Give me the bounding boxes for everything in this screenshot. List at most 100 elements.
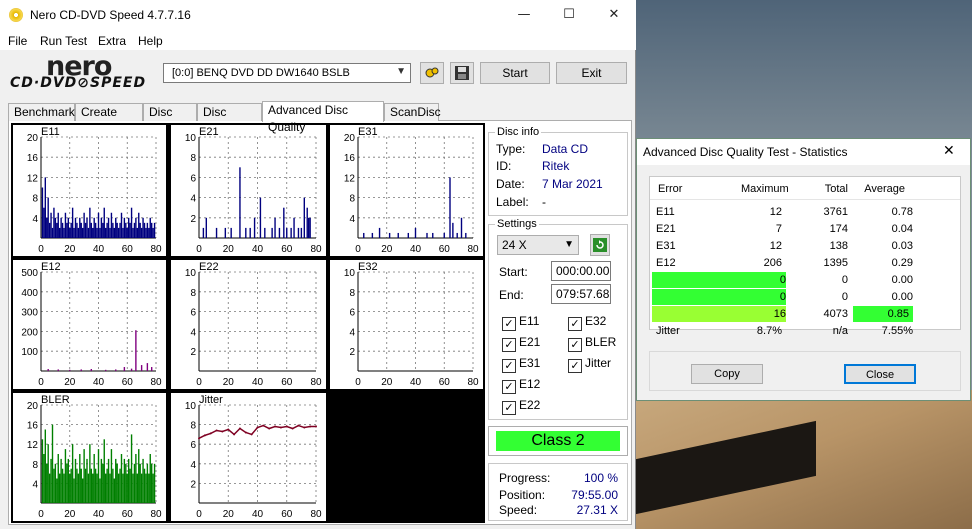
cell-maximum: 12 bbox=[769, 206, 782, 218]
x-tick-label: 80 bbox=[310, 509, 322, 520]
gear-icon bbox=[425, 67, 439, 78]
y-tick-label: 2 bbox=[190, 347, 196, 358]
y-tick-label: 2 bbox=[190, 479, 196, 490]
disc-type-label: Type: bbox=[496, 142, 526, 156]
checkbox-bler[interactable]: ✓ BLER bbox=[568, 335, 616, 352]
x-tick-label: 80 bbox=[467, 244, 479, 255]
disc-date-label: Date: bbox=[496, 177, 525, 191]
start-time-input[interactable]: 000:00.00 bbox=[551, 261, 611, 281]
y-tick-label: 4 bbox=[349, 327, 355, 338]
x-tick-label: 60 bbox=[122, 377, 134, 388]
speed-select[interactable]: 24 X ▼ bbox=[497, 235, 579, 255]
disc-label-value: - bbox=[542, 195, 546, 209]
start-button[interactable]: Start bbox=[480, 62, 550, 84]
y-tick-label: 4 bbox=[190, 194, 196, 205]
y-tick-label: 8 bbox=[32, 460, 38, 471]
close-dialog-button[interactable]: Close bbox=[844, 364, 916, 384]
main-window: Nero CD-DVD Speed 4.7.7.16 — ☐ ✕ File Ru… bbox=[0, 0, 636, 529]
jitter-point bbox=[291, 427, 294, 430]
maximize-button[interactable]: ☐ bbox=[547, 4, 591, 26]
graph-bler: 4 8 12 16 20 0 20 40 60 80 BLER bbox=[13, 393, 166, 521]
checkbox-e32[interactable]: ✓ E32 bbox=[568, 314, 606, 331]
menu-extra[interactable]: Extra bbox=[98, 34, 126, 48]
graph-e12-title: E12 bbox=[41, 261, 61, 273]
jitter-point bbox=[209, 432, 212, 435]
menu-file[interactable]: File bbox=[8, 34, 27, 48]
x-tick-label: 20 bbox=[223, 244, 235, 255]
floppy-disk-icon bbox=[455, 66, 469, 80]
graph-e31: 4 8 12 16 20 0 20 40 60 80 E31 bbox=[330, 125, 483, 256]
jitter-point bbox=[221, 430, 224, 433]
statistics-dialog: Advanced Disc Quality Test - Statistics … bbox=[636, 138, 971, 401]
end-time-input[interactable]: 079:57.68 bbox=[551, 284, 611, 304]
refresh-drive-button[interactable] bbox=[420, 62, 444, 84]
title-bar: Nero CD-DVD Speed 4.7.7.16 — ☐ ✕ bbox=[0, 0, 636, 30]
jitter-point bbox=[250, 433, 253, 436]
x-tick-label: 40 bbox=[93, 377, 105, 388]
jitter-point bbox=[268, 427, 271, 430]
graph-jitter: 2 4 6 8 10 0 20 40 60 80 Jitter bbox=[171, 393, 326, 521]
checkbox-e12[interactable]: ✓ E12 bbox=[502, 377, 540, 394]
exit-button[interactable]: Exit bbox=[556, 62, 627, 84]
progress-label: Progress: bbox=[499, 471, 551, 485]
statistics-table: Error Maximum Total Average E11 12 3761 0.7… bbox=[649, 176, 961, 337]
x-tick-label: 40 bbox=[410, 244, 422, 255]
tab-strip: Benchmark Create Disc Disc Info Disc Qua… bbox=[8, 101, 628, 136]
graph-bler-title: BLER bbox=[41, 394, 70, 406]
disc-date-value: 7 Mar 2021 bbox=[542, 177, 603, 191]
y-tick-label: 8 bbox=[190, 288, 196, 299]
cell-total: 0 bbox=[841, 274, 848, 286]
graph-e11: 4 8 12 16 20 0 20 40 60 80 E11 bbox=[13, 125, 166, 256]
cell-maximum: 0 bbox=[652, 272, 786, 288]
chevron-down-icon: ▼ bbox=[396, 66, 406, 77]
menu-run-test[interactable]: Run Test bbox=[40, 34, 87, 48]
tab-scandisc[interactable]: ScanDisc bbox=[384, 103, 441, 121]
cell-total: 138 bbox=[829, 240, 848, 252]
checkbox-e11-label: E11 bbox=[519, 314, 540, 328]
checkbox-e21-label: E21 bbox=[519, 335, 541, 349]
header-maximum: Maximum bbox=[741, 183, 789, 195]
cell-average: 0.85 bbox=[853, 306, 913, 322]
copy-button[interactable]: Copy bbox=[691, 364, 763, 384]
save-button[interactable] bbox=[450, 62, 474, 84]
cell-maximum: 8.7% bbox=[756, 325, 782, 337]
speed-label: Speed: bbox=[499, 503, 538, 517]
jitter-point bbox=[233, 433, 236, 436]
checkbox-jitter[interactable]: ✓ Jitter bbox=[568, 356, 611, 373]
y-tick-label: 10 bbox=[185, 401, 197, 412]
tab-create-disc[interactable]: Create Disc bbox=[75, 103, 143, 136]
menu-help[interactable]: Help bbox=[138, 34, 163, 48]
checkbox-e31[interactable]: ✓ E31 bbox=[502, 356, 540, 373]
position-value: 79:55.00 bbox=[571, 488, 618, 502]
header-average: Average bbox=[864, 183, 905, 195]
header-total: Total bbox=[824, 183, 848, 195]
cell-average: 0.03 bbox=[891, 240, 913, 252]
tab-benchmark[interactable]: Benchmark bbox=[8, 103, 75, 121]
drive-select[interactable]: [0:0] BENQ DVD DD DW1640 BSLB ▼ bbox=[163, 63, 411, 83]
statistics-close-icon[interactable]: ✕ bbox=[943, 143, 955, 159]
minimize-button[interactable]: — bbox=[502, 4, 546, 26]
checkbox-e22[interactable]: ✓ E22 bbox=[502, 398, 540, 415]
graph-jitter-title: Jitter bbox=[199, 394, 223, 406]
jitter-point bbox=[203, 434, 206, 437]
checkbox-e21[interactable]: ✓ E21 bbox=[502, 335, 540, 352]
checkbox-e11[interactable]: ✓ E11 bbox=[502, 314, 539, 331]
tab-disc-info[interactable]: Disc Info bbox=[143, 103, 197, 136]
y-tick-label: 12 bbox=[27, 440, 39, 451]
graph-e12: 100 200 300 400 500 0 20 40 60 80 E12 bbox=[13, 260, 166, 389]
y-tick-label: 20 bbox=[344, 133, 356, 144]
x-tick-label: 60 bbox=[439, 244, 451, 255]
close-button[interactable]: ✕ bbox=[592, 4, 636, 26]
x-tick-label: 0 bbox=[355, 244, 361, 255]
tab-advanced-disc-quality[interactable]: Advanced Disc Quality bbox=[262, 101, 384, 134]
tab-disc-quality[interactable]: Disc Quality bbox=[197, 103, 262, 136]
disc-id-label: ID: bbox=[496, 159, 512, 173]
refresh-speed-button[interactable] bbox=[590, 234, 610, 256]
cell-maximum: 16 bbox=[652, 306, 786, 322]
progress-value: 100 % bbox=[583, 471, 618, 485]
cell-average: 0.00 bbox=[891, 274, 913, 286]
x-tick-label: 80 bbox=[310, 244, 322, 255]
jitter-point bbox=[297, 424, 300, 427]
speed-select-value: 24 X bbox=[502, 238, 527, 252]
jitter-point bbox=[315, 425, 317, 428]
